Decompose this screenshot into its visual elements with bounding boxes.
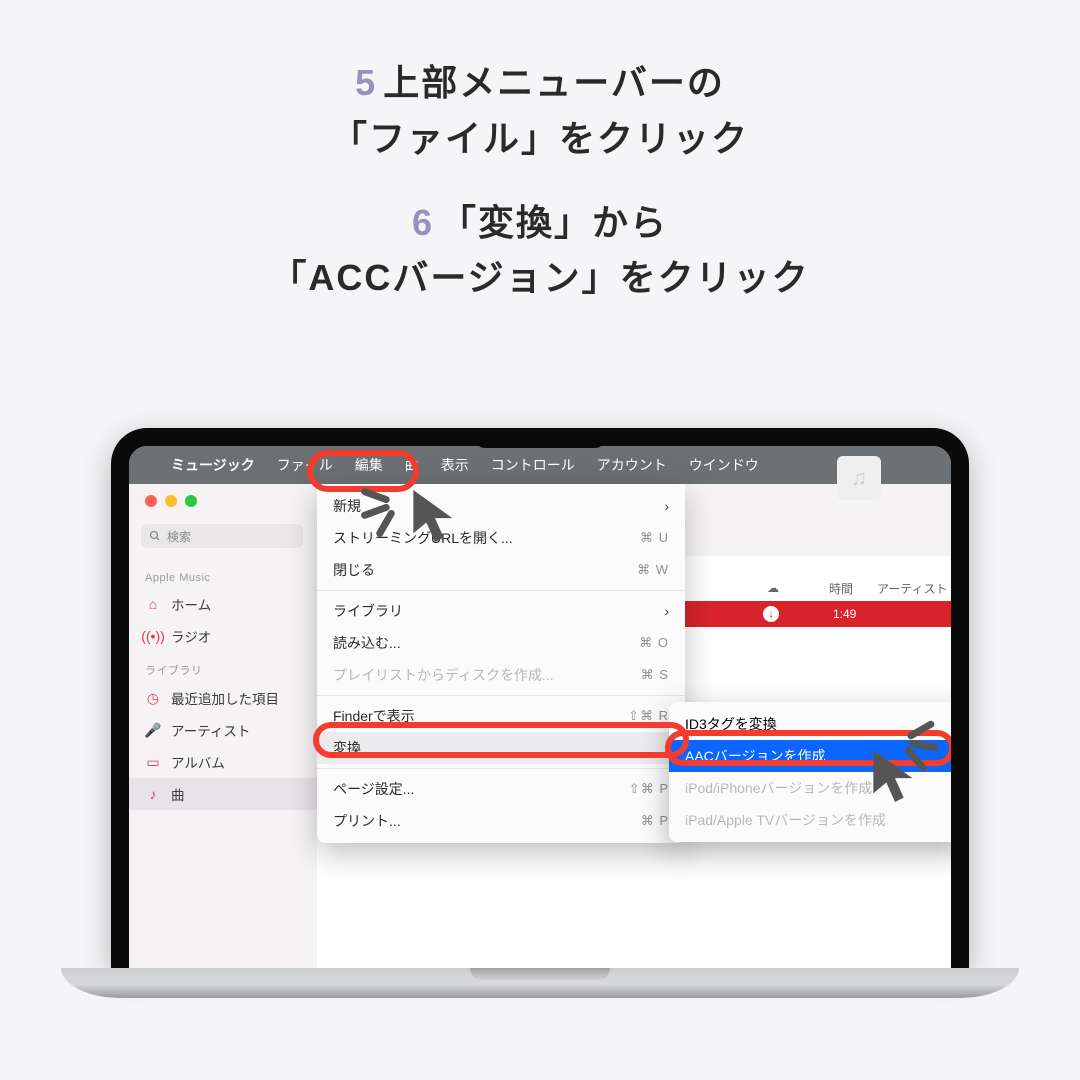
menu-item-label: iPod/iPhoneバージョンを作成: [685, 778, 872, 798]
shortcut: ⌘ P: [641, 813, 669, 829]
sidebar-item-recent[interactable]: ◷ 最近追加した項目: [129, 682, 317, 714]
submenu-item-ipod: iPod/iPhoneバージョンを作成: [669, 772, 951, 804]
menu-item-label: Finderで表示: [333, 706, 415, 726]
shortcut: ⌘ U: [640, 530, 669, 546]
macos-menubar: ミュージック ファイル 編集 曲 表示 コントロール アカウント ウインドウ: [129, 446, 951, 484]
menu-item-page-setup[interactable]: ページ設定... ⇧⌘ P: [317, 773, 685, 805]
mic-icon: 🎤: [145, 722, 161, 738]
sidebar-section-applemusic: Apple Music: [129, 562, 317, 588]
laptop-base: [61, 968, 1019, 998]
home-icon: ⌂: [145, 596, 161, 612]
menubar-window[interactable]: ウインドウ: [689, 455, 759, 475]
shortcut: ⌘ O: [639, 635, 669, 651]
sidebar-item-label: アルバム: [171, 752, 225, 772]
menu-item-label: ページ設定...: [333, 779, 414, 799]
instruction-text: 5上部メニューバーの 「ファイル」をクリック 6「変換」から 「ACCバージョン…: [0, 0, 1080, 306]
sidebar-item-radio[interactable]: ((•)) ラジオ: [129, 620, 317, 652]
menu-item-new[interactable]: 新規 ›: [317, 490, 685, 522]
menu-item-label: iPad/Apple TVバージョンを作成: [685, 810, 886, 830]
close-window-button[interactable]: [145, 495, 157, 507]
shortcut: ⇧⌘ P: [629, 781, 669, 797]
menubar-file[interactable]: ファイル: [277, 455, 333, 475]
sidebar-section-library: ライブラリ: [129, 652, 317, 682]
menu-item-label: 新規: [333, 496, 361, 516]
sidebar-item-album[interactable]: ▭ アルバム: [129, 746, 317, 778]
search-placeholder: 検索: [167, 528, 191, 545]
laptop-frame: ミュージック ファイル 編集 曲 表示 コントロール アカウント ウインドウ 検…: [111, 428, 969, 998]
cloud-icon: ☁︎: [767, 581, 779, 595]
sidebar-item-label: ラジオ: [171, 626, 211, 646]
menubar-control[interactable]: コントロール: [491, 455, 575, 475]
menu-item-reveal-finder[interactable]: Finderで表示 ⇧⌘ R: [317, 700, 685, 732]
download-icon[interactable]: ↓: [763, 606, 779, 622]
step-6-line1: 「変換」から: [440, 202, 668, 243]
album-icon: ▭: [145, 754, 161, 770]
submenu-item-id3[interactable]: ID3タグを変換: [669, 708, 951, 740]
menu-item-label: プレイリストからディスクを作成...: [333, 665, 554, 685]
menubar-song[interactable]: 曲: [405, 455, 419, 475]
shortcut: ⌘ W: [637, 562, 669, 578]
chevron-right-icon: ›: [664, 498, 669, 514]
search-input[interactable]: 検索: [141, 524, 303, 548]
sidebar-item-label: アーティスト: [171, 720, 250, 740]
radio-icon: ((•)): [145, 628, 161, 644]
clock-icon: ◷: [145, 690, 161, 706]
menu-item-label: 閉じる: [333, 560, 375, 580]
submenu-item-aac[interactable]: AACバージョンを作成: [669, 740, 951, 772]
shortcut: ⇧⌘ R: [628, 708, 669, 724]
now-playing-art: ♫: [837, 456, 881, 500]
sidebar: Apple Music ⌂ ホーム ((•)) ラジオ ライブラリ ◷ 最近追加…: [129, 556, 317, 968]
menu-item-library[interactable]: ライブラリ ›: [317, 595, 685, 627]
menu-item-print[interactable]: プリント... ⌘ P: [317, 805, 685, 837]
step-5-number: 5: [355, 62, 377, 103]
menu-item-label: AACバージョンを作成: [685, 746, 826, 766]
menu-item-label: ID3タグを変換: [685, 714, 777, 734]
step-6-line2: 「ACCバージョン」をクリック: [270, 257, 809, 298]
menu-item-label: プリント...: [333, 811, 401, 831]
menu-item-label: ライブラリ: [333, 601, 403, 621]
file-menu-dropdown: 新規 › ストリーミングURLを開く... ⌘ U 閉じる ⌘ W ライブラリ …: [317, 484, 685, 843]
sidebar-item-label: 曲: [171, 784, 185, 804]
submenu-item-ipad: iPad/Apple TVバージョンを作成: [669, 804, 951, 836]
convert-submenu: ID3タグを変換 AACバージョンを作成 iPod/iPhoneバージョンを作成…: [669, 702, 951, 842]
menubar-edit[interactable]: 編集: [355, 455, 383, 475]
menu-item-label: 変換: [333, 738, 361, 758]
sidebar-item-label: 最近追加した項目: [171, 688, 279, 708]
step-5-line1: 上部メニューバーの: [383, 62, 725, 103]
menu-item-convert[interactable]: 変換 ›: [317, 732, 685, 764]
menu-item-close[interactable]: 閉じる ⌘ W: [317, 554, 685, 586]
minimize-window-button[interactable]: [165, 495, 177, 507]
fullscreen-window-button[interactable]: [185, 495, 197, 507]
track-time: 1:49: [833, 607, 856, 621]
menu-item-open-stream[interactable]: ストリーミングURLを開く... ⌘ U: [317, 522, 685, 554]
sidebar-item-label: ホーム: [171, 594, 211, 614]
menubar-app-name[interactable]: ミュージック: [171, 455, 255, 475]
menu-item-burn: プレイリストからディスクを作成... ⌘ S: [317, 659, 685, 691]
shortcut: ⌘ S: [641, 667, 669, 683]
menu-item-label: 読み込む...: [333, 633, 401, 653]
sidebar-item-song[interactable]: ♪ 曲: [129, 778, 317, 810]
step-6-number: 6: [412, 202, 434, 243]
notch: [475, 428, 605, 448]
menu-item-import[interactable]: 読み込む... ⌘ O: [317, 627, 685, 659]
menubar-account[interactable]: アカウント: [597, 455, 667, 475]
search-icon: [149, 530, 161, 542]
sidebar-item-artist[interactable]: 🎤 アーティスト: [129, 714, 317, 746]
step-5-line2: 「ファイル」をクリック: [331, 118, 749, 159]
column-time: 時間: [829, 580, 853, 597]
menu-item-label: ストリーミングURLを開く...: [333, 528, 513, 548]
chevron-right-icon: ›: [664, 603, 669, 619]
song-icon: ♪: [145, 786, 161, 802]
sidebar-item-home[interactable]: ⌂ ホーム: [129, 588, 317, 620]
column-artist: アーティスト: [877, 580, 948, 597]
menubar-view[interactable]: 表示: [441, 455, 469, 475]
